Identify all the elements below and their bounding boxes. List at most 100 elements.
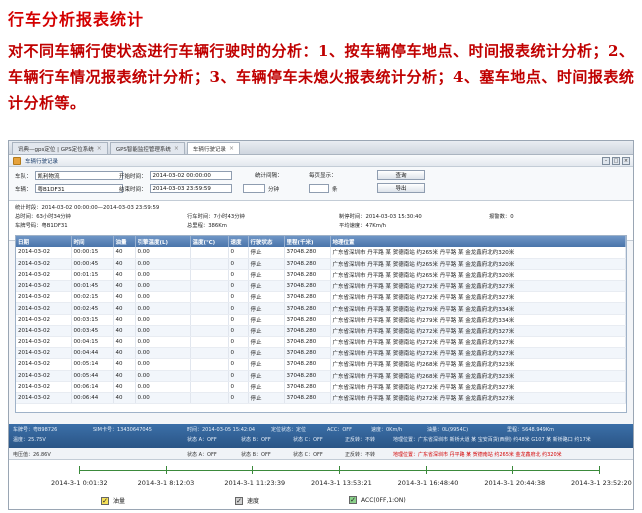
table-cell: 40	[113, 370, 136, 382]
minimize-icon[interactable]: –	[602, 156, 610, 165]
table-cell: 2014-03-02	[16, 302, 72, 315]
table-cell: 40	[113, 392, 136, 405]
tab-monitor[interactable]: GPS智能监控管理系统 ×	[109, 142, 185, 154]
table-row[interactable]: 2014-03-02 00:00:15 40 0.00 0 停止 37048.280 广东省深…	[16, 247, 626, 259]
vehicle-select[interactable]: 粤B1DF31	[34, 184, 123, 193]
table-cell: 广东省深圳市 丹平路 某 贺德南站 约279米 丹平路 某 金龙鑫府北约334米	[330, 314, 626, 326]
table-cell: 0.00	[135, 325, 191, 338]
end-time-input[interactable]: 2014-03-03 23:59:59	[149, 184, 232, 193]
table-cell: 0	[228, 291, 249, 304]
close-icon[interactable]: ×	[229, 145, 234, 152]
legend-speed[interactable]: ✓ 速度	[235, 496, 259, 505]
table-cell: 2014-03-02	[16, 269, 72, 282]
table-cell: 停止	[248, 392, 285, 405]
table-cell	[190, 392, 229, 405]
legend-acc[interactable]: ✓ ACC(0FF,1:ON)	[349, 496, 406, 504]
column-header[interactable]: 时间	[71, 236, 114, 247]
legend-oil[interactable]: ✓ 油量	[101, 496, 125, 505]
table-row[interactable]: 2014-03-02 00:06:44 40 0.00 0 停止 37048.280 广东省深…	[16, 392, 626, 405]
browser-tab-bar: 讯典—gps定位 | GPS定位系统 × GPS智能监控管理系统 × 车辆行驶记录 ×	[9, 141, 633, 155]
table-row[interactable]: 2014-03-02 00:01:15 40 0.00 0 停止 37048.280 广东省深…	[16, 269, 626, 282]
table-cell: 0.00	[135, 370, 191, 382]
page-size-input[interactable]	[309, 184, 329, 193]
table-cell: 2014-03-02	[16, 358, 72, 371]
table-cell: 37048.280	[284, 291, 331, 304]
table-row[interactable]: 2014-03-02 00:05:44 40 0.00 0 停止 37048.280 广东省深…	[16, 370, 626, 382]
table-cell: 37048.280	[284, 370, 331, 382]
column-header[interactable]: 温度(℃)	[190, 236, 229, 247]
table-row[interactable]: 2014-03-02 00:04:15 40 0.00 0 停止 37048.280 广东省深…	[16, 336, 626, 349]
status-lock: 定位状态：定位	[271, 427, 307, 433]
table-row[interactable]: 2014-03-02 00:01:45 40 0.00 0 停止 37048.280 广东省深…	[16, 280, 626, 293]
column-header[interactable]: 里程(千米)	[284, 236, 331, 247]
column-header[interactable]: 日期	[16, 236, 72, 247]
table-cell	[190, 258, 229, 270]
table-cell: 37048.280	[284, 280, 331, 293]
table-cell: 37048.280	[284, 358, 331, 371]
table-cell: 00:06:14	[71, 381, 114, 393]
table-cell: 2014-03-02	[16, 314, 72, 326]
table-cell: 37048.280	[284, 269, 331, 282]
speed-checkbox[interactable]: ✓	[235, 496, 243, 505]
table-cell: 停止	[248, 314, 285, 326]
table-cell: 0	[228, 370, 249, 382]
table-row[interactable]: 2014-03-02 00:02:15 40 0.00 0 停止 37048.280 广东省深…	[16, 291, 626, 304]
status2-c: 状态 C：OFF	[293, 452, 323, 458]
table-cell: 0.00	[135, 280, 191, 293]
table-cell: 停止	[248, 325, 285, 338]
status-speed: 速度：0Km/h	[371, 427, 403, 433]
summary-alarm: 报警数：0	[489, 214, 514, 220]
status-rotation: 正反转：不转	[345, 437, 376, 443]
acc-checkbox[interactable]: ✓	[349, 496, 357, 504]
export-button[interactable]: 导出	[377, 183, 425, 193]
table-cell: 0	[228, 358, 249, 371]
legend-acc-label: ACC(0FF,1:ON)	[361, 496, 406, 504]
timeline-label: 2014-3-1 13:53:21	[311, 479, 372, 487]
table-cell: 0.00	[135, 258, 191, 270]
table-row[interactable]: 2014-03-02 00:06:14 40 0.00 0 停止 37048.280 广东省深…	[16, 381, 626, 393]
table-row[interactable]: 2014-03-02 00:02:45 40 0.00 0 停止 37048.280 广东省深…	[16, 302, 626, 315]
close-icon[interactable]: ×	[622, 156, 630, 165]
column-header[interactable]: 地理位置	[330, 236, 626, 247]
start-time-input[interactable]: 2014-03-02 00:00:00	[149, 171, 232, 180]
tab-gps[interactable]: 讯典—gps定位 | GPS定位系统 ×	[12, 142, 108, 154]
maximize-icon[interactable]: □	[612, 156, 620, 165]
column-header[interactable]: 行驶状态	[248, 236, 285, 247]
table-cell: 00:01:15	[71, 269, 114, 282]
interval-input[interactable]	[243, 184, 265, 193]
table-cell: 广东省深圳市 丹平路 某 贺德南站 约272米 丹平路 某 金龙鑫府北约327米	[330, 325, 626, 338]
team-label: 车队：	[15, 173, 32, 180]
window-title: 车辆行驶记录	[25, 158, 59, 165]
query-button[interactable]: 查询	[377, 170, 425, 180]
close-icon[interactable]: ×	[97, 145, 102, 152]
table-row[interactable]: 2014-03-02 00:05:14 40 0.00 0 停止 37048.280 广东省深…	[16, 358, 626, 371]
table-cell: 广东省深圳市 丹平路 某 贺德南站 约272米 丹平路 某 金龙鑫府北约327米	[330, 347, 626, 360]
table-cell: 广东省深圳市 丹平路 某 贺德南站 约268米 丹平路 某 金龙鑫府北约323米	[330, 358, 626, 371]
timeline-tick	[165, 466, 167, 474]
table-row[interactable]: 2014-03-02 00:03:45 40 0.00 0 停止 37048.280 广东省深…	[16, 325, 626, 338]
team-select[interactable]: 凯利物流	[34, 171, 123, 180]
oil-checkbox[interactable]: ✓	[101, 496, 109, 505]
table-cell: 00:00:45	[71, 258, 114, 270]
tab-label: 车辆行驶记录	[192, 146, 226, 153]
column-header[interactable]: 引擎温度(L)	[135, 236, 191, 247]
table-cell: 广东省深圳市 丹平路 某 贺德南站 约265米 丹平路 某 金龙鑫府北约320米	[330, 258, 626, 270]
summary-drive-time: 行车时间：7小时43分钟	[187, 214, 245, 220]
column-header[interactable]: 速度	[228, 236, 249, 247]
close-icon[interactable]: ×	[174, 145, 179, 152]
table-row[interactable]: 2014-03-02 00:00:45 40 0.00 0 停止 37048.280 广东省深…	[16, 258, 626, 270]
column-header[interactable]: 油量	[113, 236, 136, 247]
table-cell: 2014-03-02	[16, 280, 72, 293]
table-cell: 0.00	[135, 392, 191, 405]
table-cell: 00:03:15	[71, 314, 114, 326]
table-row[interactable]: 2014-03-02 00:03:15 40 0.00 0 停止 37048.280 广东省深…	[16, 314, 626, 326]
tab-driving-record[interactable]: 车辆行驶记录 ×	[186, 142, 240, 154]
timeline-tick	[79, 466, 80, 474]
timeline-label: 2014-3-1 16:48:40	[397, 479, 459, 487]
table-cell: 00:04:15	[71, 336, 114, 349]
table-row[interactable]: 2014-03-02 00:04:44 40 0.00 0 停止 37048.280 广东省深…	[16, 347, 626, 360]
status-sim: SIM卡号：13430647045	[93, 427, 152, 433]
table-cell: 0	[228, 258, 249, 270]
table-cell: 0.00	[135, 302, 191, 315]
table-cell: 0.00	[135, 381, 191, 393]
